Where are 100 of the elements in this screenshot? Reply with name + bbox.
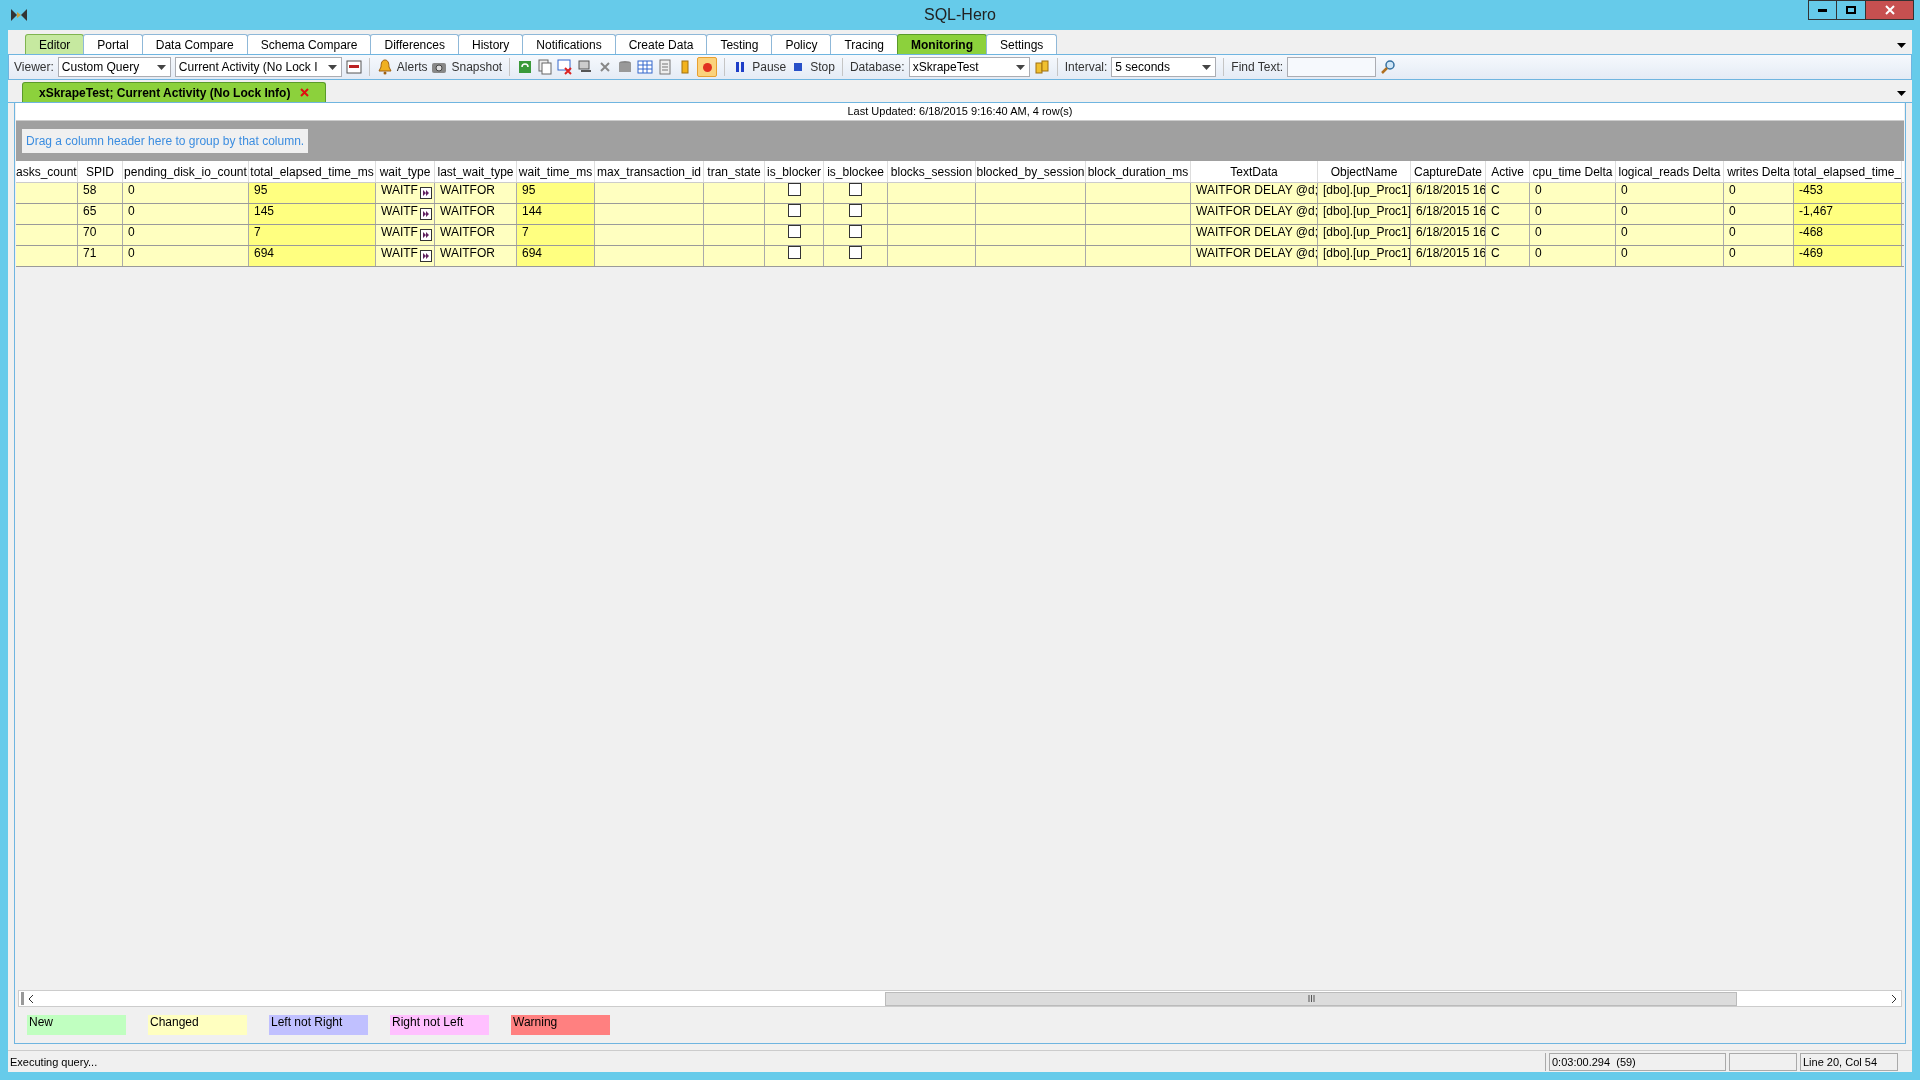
- checkbox[interactable]: [849, 246, 862, 259]
- column-header[interactable]: logical_reads Delta: [1616, 161, 1724, 182]
- column-header[interactable]: wait_time_ms: [517, 161, 595, 182]
- column-header[interactable]: SPID: [78, 161, 123, 182]
- table-cell: 145: [249, 204, 376, 224]
- table-cell: [dbo].[up_Proc1]: [1318, 183, 1411, 203]
- delete-grid-icon[interactable]: [557, 59, 574, 75]
- dropdown-arrow-icon[interactable]: [1897, 43, 1906, 48]
- document-tab[interactable]: xSkrapeTest; Current Activity (No Lock Info): [22, 82, 327, 102]
- record-button[interactable]: [697, 57, 718, 77]
- column-header[interactable]: is_blocker: [765, 161, 824, 182]
- column-header[interactable]: Active: [1486, 161, 1530, 182]
- column-header[interactable]: total_elapsed_time_: [1794, 161, 1902, 182]
- table-cell: WAITFOR DELAY @d;: [1191, 204, 1318, 224]
- dropdown-arrow-icon[interactable]: [1897, 91, 1906, 96]
- snapshot-button[interactable]: Snapshot: [451, 58, 503, 76]
- expand-icon[interactable]: [420, 250, 432, 262]
- expand-icon[interactable]: [420, 208, 432, 220]
- checkbox[interactable]: [787, 183, 801, 196]
- table-cell: 0: [1616, 246, 1724, 266]
- table-cell: 71: [78, 246, 123, 266]
- table-cell: 70: [78, 225, 123, 245]
- column-header[interactable]: asks_count: [16, 161, 78, 182]
- table-cell: -469: [1794, 246, 1902, 266]
- table-cell: 0: [123, 204, 249, 224]
- database-dropdown[interactable]: xSkrapeTest: [908, 57, 1030, 77]
- horizontal-scrollbar[interactable]: [18, 990, 1902, 1007]
- column-header[interactable]: wait_type: [376, 161, 435, 182]
- checkbox[interactable]: [849, 225, 862, 238]
- table-cell: C: [1486, 204, 1530, 224]
- checkbox[interactable]: [787, 204, 801, 217]
- column-header[interactable]: total_elapsed_time_ms: [249, 161, 376, 182]
- refresh-icon[interactable]: [517, 59, 534, 75]
- expand-icon[interactable]: [420, 229, 432, 241]
- table-cell: -468: [1794, 225, 1902, 245]
- table-cell: 694: [517, 246, 595, 266]
- column-header[interactable]: blocks_session: [888, 161, 976, 182]
- checkbox[interactable]: [787, 246, 801, 259]
- table-cell: WAITFOR DELAY @d;: [1191, 246, 1318, 266]
- tab[interactable]: Editor: [25, 34, 85, 54]
- dropdown-arrow-icon: [1202, 64, 1212, 70]
- table-cell: WAITFOR DELAY @d;: [1191, 225, 1318, 245]
- column-header[interactable]: block_duration_ms: [1086, 161, 1191, 182]
- bell-icon[interactable]: [376, 59, 393, 75]
- close-button[interactable]: [1866, 0, 1914, 20]
- table-cell: C: [1486, 246, 1530, 266]
- copy-icon[interactable]: [537, 59, 554, 75]
- column-header[interactable]: pending_disk_io_count: [123, 161, 249, 182]
- legend-swatch: Warning: [511, 1015, 610, 1035]
- tab[interactable]: History: [457, 34, 524, 54]
- tab[interactable]: Monitoring: [897, 34, 987, 54]
- expand-icon[interactable]: [420, 187, 432, 199]
- cell-text: WAITF: [381, 225, 418, 239]
- status-panel: [1729, 1052, 1797, 1071]
- tab[interactable]: Settings: [986, 34, 1058, 54]
- column-header[interactable]: TextData: [1191, 161, 1318, 182]
- cell-text: WAITF: [381, 183, 418, 197]
- alerts-button[interactable]: Alerts: [396, 58, 428, 76]
- table-cell: 694: [249, 246, 376, 266]
- tab[interactable]: Tracing: [830, 34, 898, 54]
- checkbox[interactable]: [787, 225, 801, 238]
- stop-button[interactable]: Stop: [810, 58, 835, 76]
- tab[interactable]: Differences: [370, 34, 459, 54]
- cell-text: WAITF: [381, 246, 418, 260]
- table-cell: 65: [78, 204, 123, 224]
- table-cell: 0: [1530, 246, 1616, 266]
- column-header[interactable]: CaptureDate: [1411, 161, 1486, 182]
- column-header[interactable]: blocked_by_session: [976, 161, 1086, 182]
- minimize-button[interactable]: [1808, 0, 1837, 20]
- table-cell: -1,467: [1794, 204, 1902, 224]
- column-header[interactable]: last_wait_type: [435, 161, 517, 182]
- dropdown-arrow-icon: [1015, 64, 1025, 70]
- checkbox[interactable]: [849, 183, 862, 196]
- tab[interactable]: Schema Compare: [246, 34, 372, 54]
- table-cell: 0: [1530, 225, 1616, 245]
- column-header[interactable]: cpu_time Delta: [1530, 161, 1616, 182]
- checkbox[interactable]: [849, 204, 862, 217]
- close-icon: [1884, 5, 1895, 15]
- query-dropdown[interactable]: Current Activity (No Lock I: [174, 57, 342, 77]
- scrollbar-thumb[interactable]: [885, 991, 1737, 1006]
- viewer-dropdown[interactable]: Custom Query: [57, 57, 171, 77]
- column-header[interactable]: is_blockee: [824, 161, 888, 182]
- close-icon[interactable]: [300, 88, 310, 97]
- tab[interactable]: Policy: [771, 34, 832, 54]
- column-header[interactable]: writes Delta: [1724, 161, 1794, 182]
- tab[interactable]: Notifications: [522, 34, 616, 54]
- tab[interactable]: Portal: [83, 34, 143, 54]
- pause-button[interactable]: Pause: [752, 58, 787, 76]
- search-icon[interactable]: [1380, 59, 1397, 75]
- table-cell: 0: [123, 246, 249, 266]
- column-header[interactable]: ObjectName: [1318, 161, 1411, 182]
- tab[interactable]: Testing: [706, 34, 773, 54]
- tab[interactable]: Data Compare: [141, 34, 248, 54]
- column-header[interactable]: max_transaction_id: [595, 161, 704, 182]
- column-header[interactable]: tran_state: [704, 161, 765, 182]
- table-icon[interactable]: [637, 59, 654, 75]
- interval-dropdown[interactable]: 5 seconds: [1111, 57, 1217, 77]
- find-text-field[interactable]: [1287, 57, 1377, 77]
- tab[interactable]: Create Data: [614, 34, 708, 54]
- table-cell: WAITFOR DELAY @d;: [1191, 183, 1318, 203]
